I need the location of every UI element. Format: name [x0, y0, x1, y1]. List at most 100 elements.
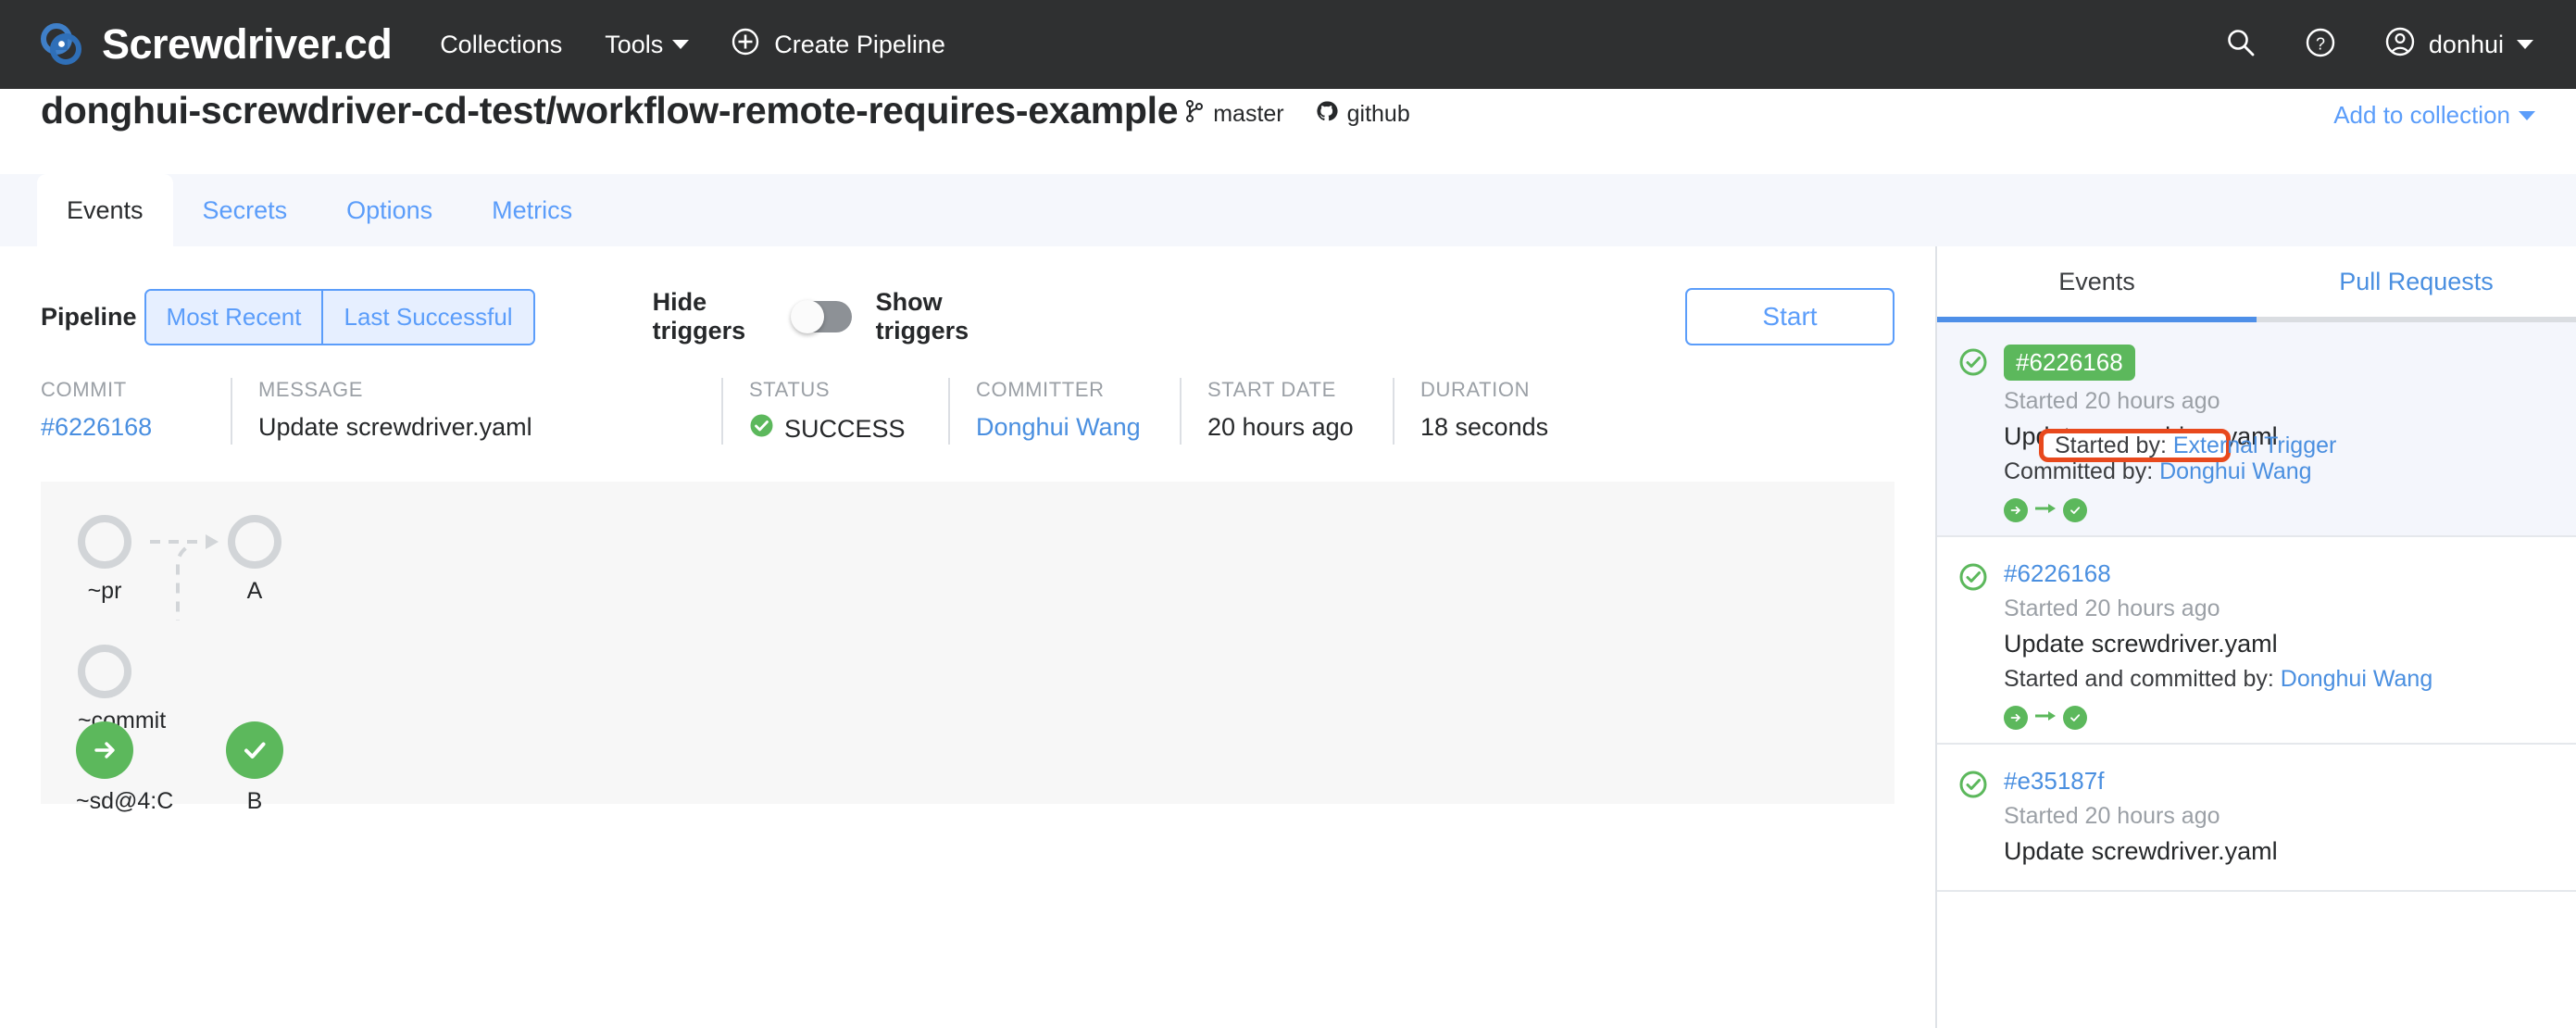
mini-arrow-icon — [2033, 501, 2057, 520]
nav-collections[interactable]: Collections — [440, 31, 562, 59]
show-triggers-toggle[interactable] — [790, 300, 852, 333]
tab-metrics-label: Metrics — [492, 195, 573, 224]
page-title: donghui-screwdriver-cd-test/workflow-rem… — [41, 89, 1179, 132]
meta-committer-value[interactable]: Donghui Wang — [976, 413, 1154, 442]
workflow-node-b-label: B — [246, 788, 263, 814]
segment-most-recent[interactable]: Most Recent — [145, 290, 322, 344]
event-started-and-committed-by: Started and committed by: Donghui Wang — [2004, 666, 2548, 693]
event-id-link[interactable]: #6226168 — [2004, 559, 2111, 588]
event-message: Update screwdriver.yaml — [2004, 837, 2278, 865]
meta-status: STATUS SUCCESS — [721, 378, 948, 445]
nav-tools-label: Tools — [605, 30, 664, 58]
pipeline-view-segmented-control: Most Recent Last Successful — [144, 288, 535, 345]
tab-events-label: Events — [67, 195, 144, 224]
segment-last-successful-label: Last Successful — [344, 302, 513, 331]
add-to-collection-button[interactable]: Add to collection — [2333, 101, 2535, 130]
chevron-down-icon — [2517, 40, 2533, 49]
user-circle-icon — [2384, 26, 2416, 64]
meta-commit-label: COMMIT — [41, 378, 127, 401]
sidebar-tab-events[interactable]: Events — [1937, 246, 2257, 322]
git-branch-icon — [1185, 99, 1204, 130]
start-button-label: Start — [1762, 302, 1818, 331]
main-content: Pipeline Most Recent Last Successful Hid… — [0, 246, 2576, 1028]
tab-events[interactable]: Events — [37, 174, 173, 246]
pipeline-controls: Pipeline Most Recent Last Successful Hid… — [0, 246, 1935, 356]
hide-triggers-label: Hide triggers — [652, 287, 746, 345]
workflow-node-sd4c[interactable]: ~sd@4:C — [76, 721, 173, 815]
user-menu[interactable]: donhui — [2384, 26, 2533, 64]
user-name: donhui — [2428, 30, 2504, 58]
github-icon — [1316, 100, 1338, 129]
pipeline-label: Pipeline — [41, 302, 137, 331]
meta-duration: DURATION 18 seconds — [1393, 378, 1606, 445]
sidebar-tabs: Events Pull Requests — [1937, 246, 2576, 322]
workflow-node-a[interactable]: A — [228, 515, 281, 605]
meta-committer: COMMITTER Donghui Wang — [948, 378, 1180, 445]
event-started-time: Started 20 hours ago — [2004, 388, 2220, 414]
page-header: donghui-screwdriver-cd-test/workflow-rem… — [0, 89, 2576, 174]
tab-secrets-label: Secrets — [202, 195, 288, 224]
navbar-links: Collections Tools Create Pipeline — [440, 28, 945, 62]
event-committed-by-label: Committed by: — [2004, 458, 2154, 484]
sidebar-tab-pull-requests[interactable]: Pull Requests — [2257, 246, 2576, 322]
pipeline-pane: Pipeline Most Recent Last Successful Hid… — [0, 246, 1935, 1028]
search-icon[interactable] — [2225, 27, 2257, 63]
start-button[interactable]: Start — [1685, 288, 1894, 345]
nav-tools[interactable]: Tools — [605, 30, 690, 59]
tab-metrics[interactable]: Metrics — [462, 174, 602, 246]
workflow-node-sd4c-label: ~sd@4:C — [76, 788, 174, 814]
event-status-success-icon — [1959, 348, 1987, 511]
event-committed-by: Committed by: Donghui Wang — [2004, 458, 2548, 485]
tab-options[interactable]: Options — [317, 174, 462, 246]
event-id-link[interactable]: #e35187f — [2004, 767, 2104, 796]
mini-status-success-icon — [2063, 498, 2087, 522]
nav-create-pipeline[interactable]: Create Pipeline — [732, 28, 945, 62]
list-item[interactable]: #6226168 Started 20 hours ago Update scr… — [1937, 537, 2576, 745]
meta-message-value: Update screwdriver.yaml — [258, 413, 532, 441]
meta-start-date-label: START DATE — [1207, 378, 1336, 401]
workflow-node-b[interactable]: B — [226, 721, 283, 815]
triggers-toggle-group: Hide triggers Show triggers — [653, 288, 996, 345]
nav-collections-label: Collections — [440, 30, 563, 58]
event-mini-workflow — [2004, 498, 2548, 522]
status-badge: SUCCESS — [784, 414, 906, 443]
meta-message-label: MESSAGE — [258, 378, 364, 401]
workflow-node-pr[interactable]: ~pr — [78, 515, 131, 605]
event-body: #e35187f Started 20 hours ago Update scr… — [2004, 767, 2548, 866]
nav-create-pipeline-label: Create Pipeline — [774, 30, 945, 58]
pipeline-tabs: Events Secrets Options Metrics — [0, 174, 2576, 246]
list-item[interactable]: #e35187f Started 20 hours ago Update scr… — [1937, 745, 2576, 892]
brand-name: Screwdriver.cd — [102, 20, 393, 68]
sidebar-tab-events-label: Events — [2058, 267, 2135, 295]
navbar-right-actions: ? donhui — [2225, 26, 2533, 64]
mini-arrow-icon — [2033, 708, 2057, 728]
svg-text:?: ? — [2316, 34, 2325, 53]
top-navbar: Screwdriver.cd Collections Tools Create … — [0, 0, 2576, 89]
segment-last-successful[interactable]: Last Successful — [321, 290, 533, 344]
pipeline-source-meta: master github — [1185, 99, 1410, 130]
tab-secrets[interactable]: Secrets — [173, 174, 318, 246]
meta-start-date: START DATE 20 hours ago — [1180, 378, 1393, 445]
list-item[interactable]: #6226168 Started 20 hours ago Update scr… — [1937, 322, 2576, 537]
question-circle-icon[interactable]: ? — [2305, 27, 2336, 63]
meta-commit-value[interactable]: #6226168 — [41, 413, 205, 442]
meta-committer-label: COMMITTER — [976, 378, 1105, 401]
event-body: #6226168 Started 20 hours ago Update scr… — [2004, 559, 2548, 730]
event-mini-workflow — [2004, 706, 2548, 730]
events-sidebar: Events Pull Requests #6226168 Started 20… — [1935, 246, 2576, 1028]
meta-status-label: STATUS — [749, 378, 831, 401]
event-committed-by-name[interactable]: Donghui Wang — [2159, 458, 2311, 484]
branch-name: master — [1213, 101, 1284, 127]
event-list: #6226168 Started 20 hours ago Update scr… — [1937, 322, 2576, 892]
event-started-and-committed-by-name[interactable]: Donghui Wang — [2281, 666, 2432, 692]
sidebar-tab-pull-requests-label: Pull Requests — [2339, 267, 2494, 295]
event-id-badge[interactable]: #6226168 — [2004, 345, 2135, 381]
brand-home-link[interactable]: Screwdriver.cd — [37, 20, 393, 69]
add-to-collection-label: Add to collection — [2333, 101, 2510, 129]
node-status-idle-icon — [78, 645, 131, 698]
meta-start-date-value: 20 hours ago — [1207, 413, 1354, 441]
event-summary-row: COMMIT #6226168 MESSAGE Update screwdriv… — [0, 356, 1935, 445]
workflow-node-pr-label: ~pr — [87, 578, 122, 604]
event-started-time: Started 20 hours ago — [2004, 595, 2220, 621]
meta-duration-label: DURATION — [1420, 378, 1531, 401]
